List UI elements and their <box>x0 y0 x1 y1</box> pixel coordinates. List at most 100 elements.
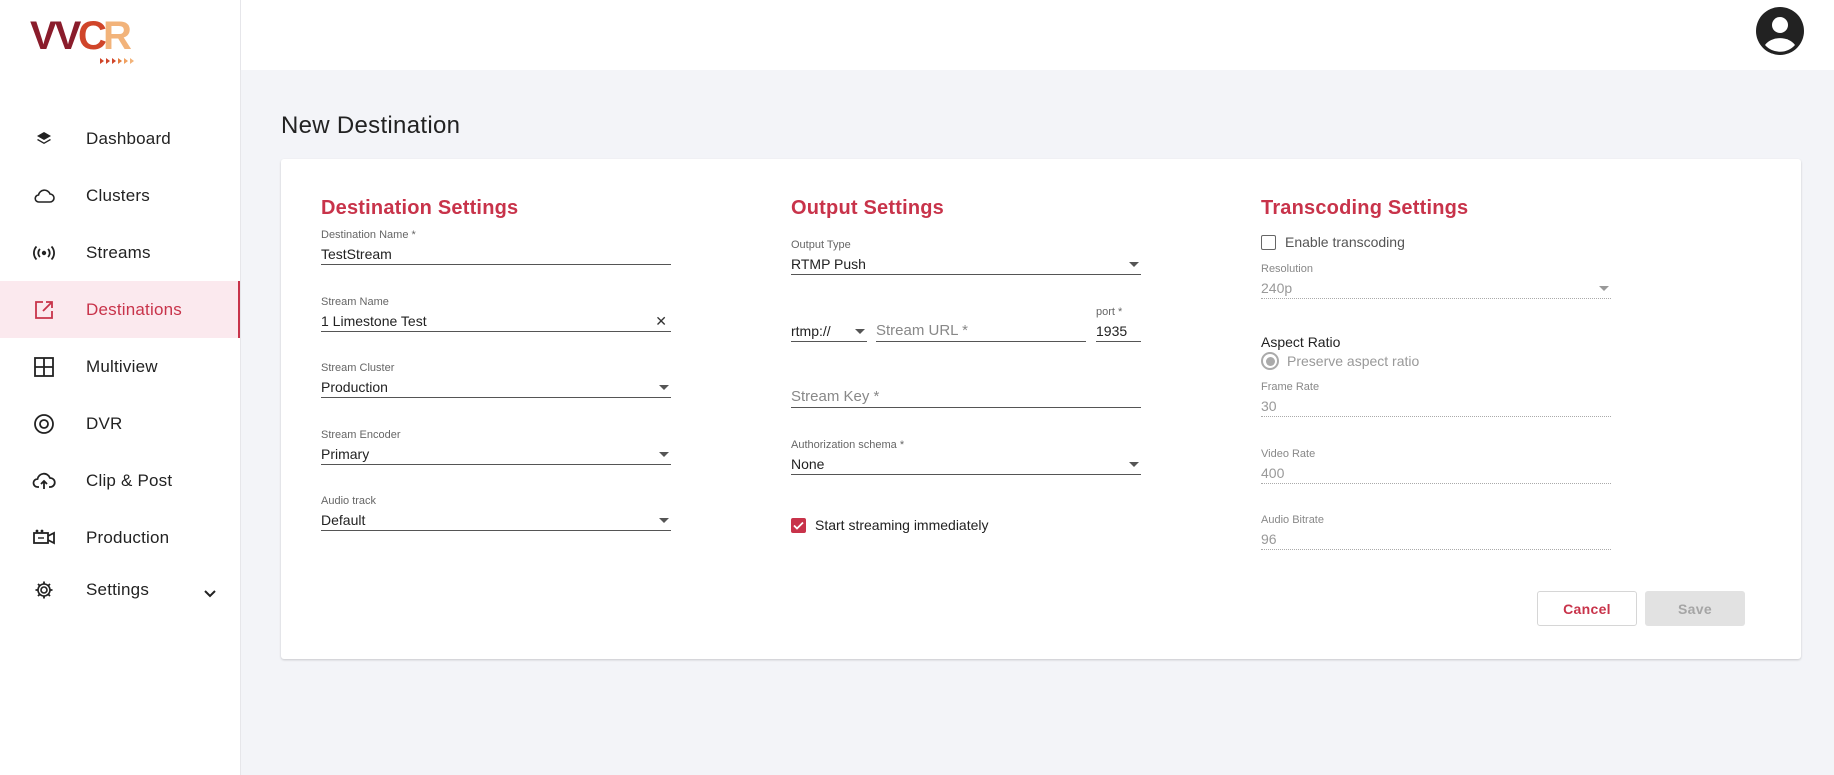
field-value[interactable]: 1935 <box>1096 320 1141 342</box>
vvcr-logo[interactable]: VV C R <box>30 12 146 68</box>
field-value[interactable]: 400 <box>1261 462 1611 484</box>
checkbox-checked-icon[interactable] <box>791 517 806 533</box>
sidebar-item-label: Destinations <box>86 299 182 319</box>
stream-name-field[interactable]: Stream Name 1 Limestone Test ✕ <box>321 296 671 332</box>
broadcast-icon <box>32 241 56 265</box>
field-label: Stream Cluster <box>321 362 395 374</box>
camera-icon <box>32 526 56 550</box>
sidebar-item-label: Dashboard <box>86 128 171 148</box>
stream-url-placeholder[interactable]: Stream URL * <box>876 320 1086 342</box>
sidebar-item-label: Clip & Post <box>86 470 173 490</box>
radio-selected-icon[interactable] <box>1261 352 1279 370</box>
sidebar-item-label: Settings <box>86 579 150 599</box>
stream-encoder-select[interactable]: Stream Encoder Primary <box>321 429 671 465</box>
frame-rate-input[interactable]: Frame Rate 30 <box>1261 381 1611 417</box>
sidebar-item-multiview[interactable]: Multiview <box>0 338 240 395</box>
checkbox-label: Start streaming immediately <box>815 517 989 533</box>
layers-icon <box>32 127 56 151</box>
authorization-schema-select[interactable]: Authorization schema * None <box>791 439 1141 475</box>
dropdown-caret-icon <box>855 329 865 334</box>
transcoding-settings-title: Transcoding Settings <box>1261 197 1469 219</box>
start-streaming-checkbox[interactable]: Start streaming immediately <box>791 517 989 533</box>
sidebar-item-label: Streams <box>86 242 151 262</box>
svg-text:VV: VV <box>30 14 82 58</box>
field-label: Stream Name <box>321 296 389 308</box>
dropdown-caret-icon <box>659 452 669 457</box>
select-value[interactable]: rtmp:// <box>791 320 867 342</box>
sidebar-item-dvr[interactable]: DVR <box>0 395 240 452</box>
select-value[interactable]: RTMP Push <box>791 253 1141 275</box>
field-value: Primary <box>321 446 370 462</box>
sidebar-item-settings[interactable]: Settings <box>0 566 240 613</box>
dropdown-caret-icon <box>1599 286 1609 291</box>
field-label: Frame Rate <box>1261 381 1320 393</box>
gear-icon <box>32 578 56 602</box>
sidebar-item-label: Multiview <box>86 356 158 376</box>
output-settings-title: Output Settings <box>791 197 944 219</box>
field-label: Audio Bitrate <box>1261 514 1324 526</box>
field-label: Authorization schema * <box>791 439 905 451</box>
sidebar-item-destinations[interactable]: Destinations <box>0 281 240 338</box>
port-input[interactable]: port * 1935 <box>1096 306 1141 342</box>
cloud-icon <box>32 184 56 208</box>
sidebar-item-streams[interactable]: Streams <box>0 224 240 281</box>
stream-key-placeholder[interactable]: Stream Key * <box>791 386 1141 408</box>
grid-icon <box>32 355 56 379</box>
dropdown-caret-icon <box>659 518 669 523</box>
select-value[interactable]: 240p <box>1261 277 1611 299</box>
field-value[interactable]: 96 <box>1261 528 1611 550</box>
select-value[interactable]: Production <box>321 376 671 398</box>
clear-icon[interactable]: ✕ <box>655 310 667 332</box>
sidebar-item-dashboard[interactable]: Dashboard <box>0 110 240 167</box>
field-value: rtmp:// <box>791 323 831 339</box>
radio-label: Preserve aspect ratio <box>1287 353 1420 369</box>
field-label: Video Rate <box>1261 448 1316 460</box>
stream-url-input[interactable]: Stream URL * <box>876 306 1086 342</box>
select-value[interactable]: None <box>791 453 1141 475</box>
field-label: port * <box>1096 306 1123 318</box>
output-type-select[interactable]: Output Type RTMP Push <box>791 239 1141 275</box>
radio-dot <box>1265 356 1275 366</box>
dropdown-caret-icon <box>1129 262 1139 267</box>
cancel-button[interactable]: Cancel <box>1537 591 1637 626</box>
video-rate-input[interactable]: Video Rate 400 <box>1261 448 1611 484</box>
save-button[interactable]: Save <box>1645 591 1745 626</box>
dropdown-caret-icon <box>659 385 669 390</box>
select-value[interactable]: Default <box>321 509 671 531</box>
user-avatar-icon[interactable] <box>1756 7 1804 55</box>
sidebar-item-clusters[interactable]: Clusters <box>0 167 240 224</box>
sidebar-item-label: Clusters <box>86 185 150 205</box>
enable-transcoding-checkbox[interactable]: Enable transcoding <box>1261 234 1405 250</box>
sidebar-item-label: DVR <box>86 413 123 433</box>
audio-bitrate-input[interactable]: Audio Bitrate 96 <box>1261 514 1611 550</box>
preserve-aspect-ratio-radio[interactable]: Preserve aspect ratio <box>1261 352 1419 370</box>
destination-name-field[interactable]: Destination Name * TestStream <box>321 229 671 265</box>
chevron-down-icon[interactable] <box>203 586 217 604</box>
field-label: Resolution <box>1261 263 1313 275</box>
svg-text:C: C <box>78 14 106 58</box>
field-value: RTMP Push <box>791 256 866 272</box>
checkbox-label: Enable transcoding <box>1285 234 1405 250</box>
field-value: 1 Limestone Test <box>321 313 427 329</box>
sidebar-item-production[interactable]: Production <box>0 509 240 566</box>
stream-key-input[interactable]: Stream Key * <box>791 372 1141 408</box>
checkbox-unchecked-icon[interactable] <box>1261 234 1276 250</box>
audio-track-select[interactable]: Audio track Default <box>321 495 671 531</box>
field-value: 240p <box>1261 280 1293 296</box>
page-title: New Destination <box>281 112 461 139</box>
resolution-select[interactable]: Resolution 240p <box>1261 263 1611 299</box>
field-label: Stream Encoder <box>321 429 401 441</box>
sidebar-item-clip-post[interactable]: Clip & Post <box>0 452 240 509</box>
dropdown-caret-icon <box>1129 462 1139 467</box>
protocol-select[interactable]: rtmp:// <box>791 306 867 342</box>
stream-name-input[interactable]: 1 Limestone Test ✕ <box>321 310 671 332</box>
field-value[interactable]: 30 <box>1261 395 1611 417</box>
select-value[interactable]: Primary <box>321 443 671 465</box>
stream-cluster-select[interactable]: Stream Cluster Production <box>321 362 671 398</box>
field-value[interactable]: TestStream <box>321 243 671 265</box>
record-icon <box>32 412 56 436</box>
field-value: Production <box>321 379 388 395</box>
